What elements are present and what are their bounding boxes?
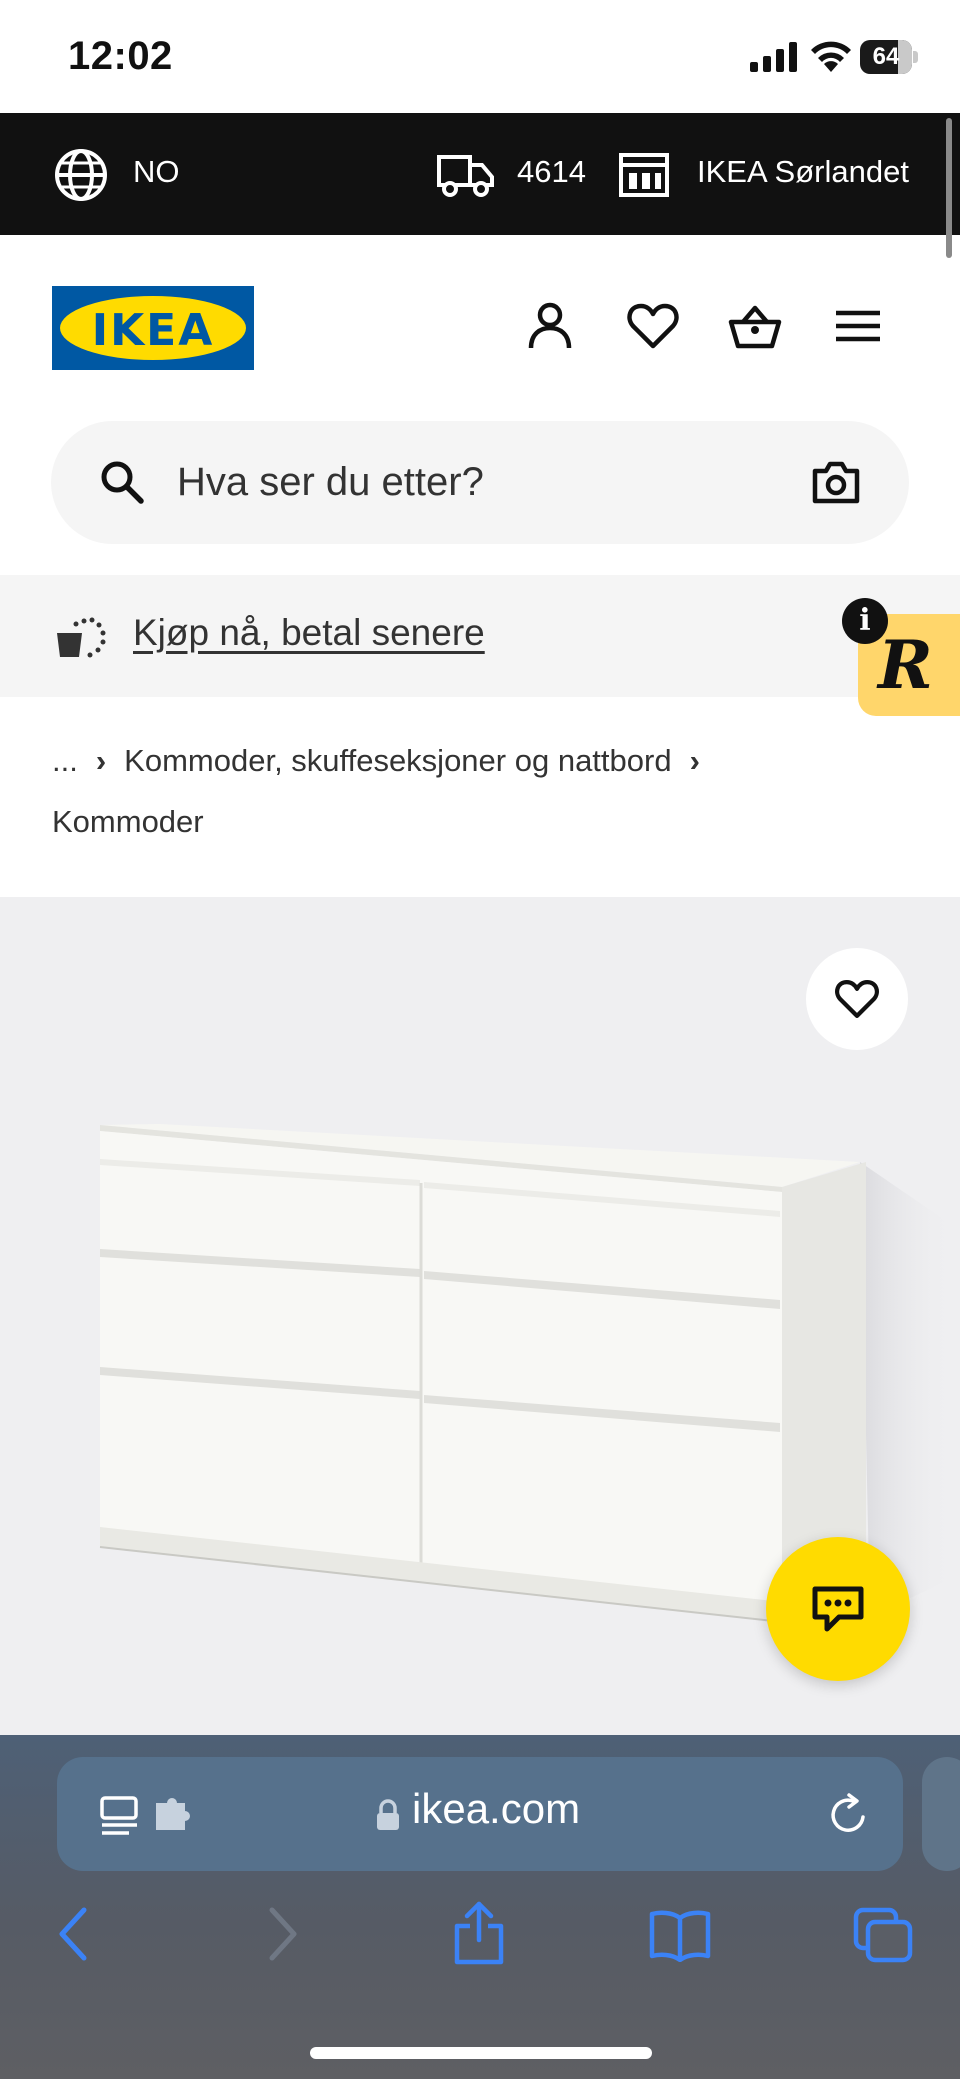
breadcrumb-current[interactable]: Kommoder xyxy=(52,804,204,839)
status-time: 12:02 xyxy=(68,34,173,78)
breadcrumb-category[interactable]: Kommoder, skuffeseksjoner og nattbord xyxy=(124,743,671,778)
country-selector[interactable]: NO xyxy=(133,154,180,190)
share-icon[interactable] xyxy=(452,1900,506,1966)
extension-puzzle-icon[interactable] xyxy=(153,1797,195,1833)
cellular-signal-icon xyxy=(750,42,797,72)
reload-icon[interactable] xyxy=(827,1793,871,1837)
scrollbar[interactable] xyxy=(946,118,952,258)
search-bar[interactable] xyxy=(51,421,909,544)
breadcrumb-ellipsis[interactable]: ... xyxy=(52,743,78,778)
store-icon[interactable] xyxy=(618,151,670,197)
promo-bar: Kjøp nå, betal senere xyxy=(0,575,960,697)
chat-button[interactable] xyxy=(766,1537,910,1681)
info-icon[interactable]: i xyxy=(842,598,888,644)
chevron-right-icon: › xyxy=(95,743,107,778)
wifi-icon xyxy=(811,41,851,72)
chat-icon xyxy=(812,1586,864,1632)
globe-icon[interactable] xyxy=(54,148,108,202)
heart-icon xyxy=(835,979,879,1019)
buy-now-pay-later-icon xyxy=(57,617,106,658)
lock-icon xyxy=(377,1799,399,1830)
tabs-icon[interactable] xyxy=(852,1906,914,1964)
logo-text: IKEA xyxy=(91,305,215,356)
camera-icon[interactable] xyxy=(811,459,861,505)
top-bar: NO 4614 IKEA Sørlandet xyxy=(0,113,960,235)
heart-icon[interactable] xyxy=(625,298,681,354)
status-bar: 12:02 64 xyxy=(0,0,960,113)
forward-icon[interactable] xyxy=(264,1904,300,1964)
store-selector[interactable]: IKEA Sørlandet xyxy=(697,154,909,190)
postcode[interactable]: 4614 xyxy=(517,154,586,190)
url-text[interactable]: ikea.com xyxy=(412,1785,580,1833)
buy-now-pay-later-link[interactable]: Kjøp nå, betal senere xyxy=(133,612,485,654)
reader-mode-icon[interactable] xyxy=(99,1795,141,1839)
shopping-bag-icon[interactable] xyxy=(727,298,783,354)
chevron-right-icon: › xyxy=(689,743,700,778)
next-tab-preview[interactable] xyxy=(922,1757,960,1871)
battery-icon: 64 xyxy=(860,40,918,74)
user-icon[interactable] xyxy=(522,298,578,354)
breadcrumb: ... › Kommoder, skuffeseksjoner og nattbor… xyxy=(52,730,932,852)
bookmarks-icon[interactable] xyxy=(648,1908,712,1962)
menu-icon[interactable] xyxy=(830,298,886,354)
address-bar[interactable]: ikea.com xyxy=(57,1757,903,1871)
search-icon[interactable] xyxy=(99,459,145,505)
delivery-truck-icon[interactable] xyxy=(436,151,496,197)
back-icon[interactable] xyxy=(56,1904,92,1964)
ikea-logo[interactable]: IKEA xyxy=(52,286,254,370)
search-input[interactable] xyxy=(175,451,779,513)
widget-logo-letter: R xyxy=(878,626,933,704)
home-indicator[interactable] xyxy=(310,2047,652,2059)
battery-level: 64 xyxy=(872,43,900,70)
add-to-favourites-button[interactable] xyxy=(806,948,908,1050)
